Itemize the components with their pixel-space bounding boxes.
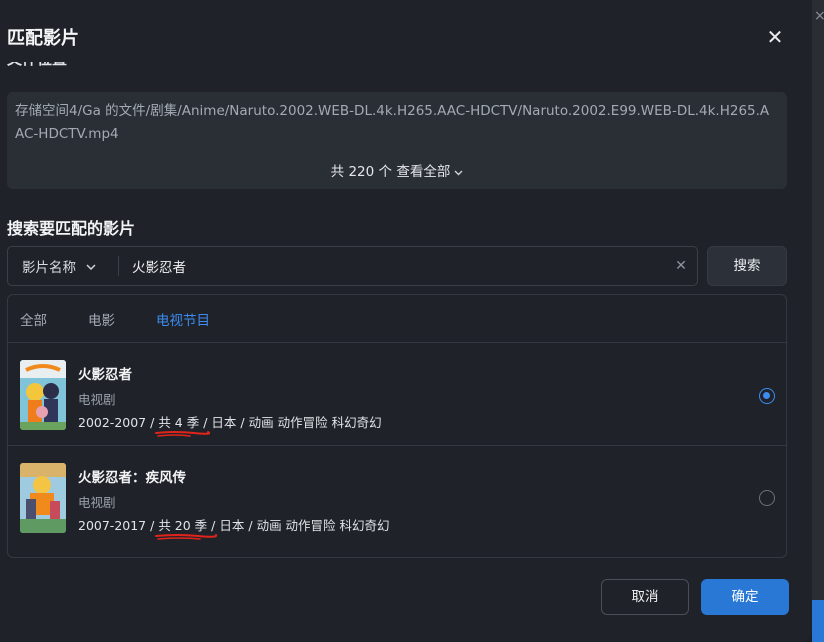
chevron-down-icon — [454, 168, 463, 179]
tab-movies[interactable]: 电影 — [88, 309, 115, 329]
red-underline-annotation — [155, 431, 211, 437]
dialog-title: 匹配影片 — [7, 28, 79, 49]
result-seasons: 共 20 季 — [155, 515, 218, 540]
show-all-label: 共 220 个 查看全部 — [330, 164, 451, 180]
search-input[interactable] — [126, 247, 666, 285]
file-path: 存储空间4/Ga 的文件/剧集/Anime/Naruto.2002.WEB-DL… — [15, 103, 770, 142]
background-window-edge: × — [812, 0, 824, 642]
background-close-icon: × — [814, 8, 824, 24]
file-section-heading: 文件位置 — [7, 62, 67, 76]
meta-separator: / — [248, 518, 253, 533]
clear-icon[interactable]: ✕ — [672, 256, 690, 276]
confirm-button[interactable]: 确定 — [701, 579, 789, 615]
result-category: 电视剧 — [78, 495, 116, 510]
close-icon[interactable]: ✕ — [764, 26, 786, 48]
result-genres: 动画 动作冒险 科幻奇幻 — [256, 518, 390, 533]
meta-separator: / — [240, 415, 245, 430]
meta-separator: / — [150, 518, 155, 533]
red-underline-annotation — [155, 534, 218, 540]
result-radio[interactable] — [759, 388, 775, 404]
result-title: 火影忍者：疾风传 — [78, 470, 186, 486]
result-title: 火影忍者 — [78, 367, 132, 383]
chevron-down-icon — [86, 260, 96, 273]
result-radio[interactable] — [759, 490, 775, 506]
result-meta: 2007-2017 / 共 20 季 / 日本 / 动画 动作冒险 科幻奇幻 — [78, 515, 390, 540]
match-movie-dialog: 匹配影片 ✕ 文件位置 存储空间4/Ga 的文件/剧集/Anime/Naruto… — [0, 0, 812, 642]
result-item[interactable]: 火影忍者：疾风传 电视剧 2007-2017 / 共 20 季 / 日本 / 动… — [8, 446, 786, 549]
poster-image — [20, 463, 66, 533]
result-item[interactable]: 火影忍者 电视剧 2002-2007 / 共 4 季 / 日本 / 动画 动作冒… — [8, 343, 786, 446]
tab-all[interactable]: 全部 — [20, 309, 47, 329]
result-years: 2007-2017 — [78, 518, 147, 533]
show-all-files-button[interactable]: 共 220 个 查看全部 — [7, 160, 787, 180]
search-box: 影片名称 ✕ — [7, 246, 698, 286]
results-panel: 全部 电影 电视节目 火影忍者 电视剧 2002-2007 / 共 4 季 / … — [7, 294, 787, 558]
meta-separator: / — [203, 415, 208, 430]
result-country: 日本 — [211, 415, 237, 430]
background-button-edge — [812, 600, 824, 642]
file-path-box: 存储空间4/Ga 的文件/剧集/Anime/Naruto.2002.WEB-DL… — [7, 92, 787, 189]
result-country: 日本 — [219, 518, 245, 533]
poster-image — [20, 360, 66, 430]
search-button[interactable]: 搜索 — [707, 246, 787, 286]
result-years: 2002-2007 — [78, 415, 147, 430]
results-tabs: 全部 电影 电视节目 — [8, 295, 786, 343]
search-divider — [118, 256, 119, 276]
tab-tv-shows[interactable]: 电视节目 — [156, 309, 210, 329]
result-seasons: 共 4 季 — [155, 412, 211, 437]
meta-separator: / — [211, 518, 216, 533]
result-category: 电视剧 — [78, 392, 116, 407]
search-heading: 搜索要匹配的影片 — [7, 219, 136, 238]
search-type-select[interactable]: 影片名称 — [8, 247, 118, 285]
result-meta: 2002-2007 / 共 4 季 / 日本 / 动画 动作冒险 科幻奇幻 — [78, 412, 382, 437]
meta-separator: / — [150, 415, 155, 430]
result-genres: 动画 动作冒险 科幻奇幻 — [248, 415, 382, 430]
cancel-button[interactable]: 取消 — [601, 579, 689, 615]
search-type-label: 影片名称 — [22, 260, 76, 276]
